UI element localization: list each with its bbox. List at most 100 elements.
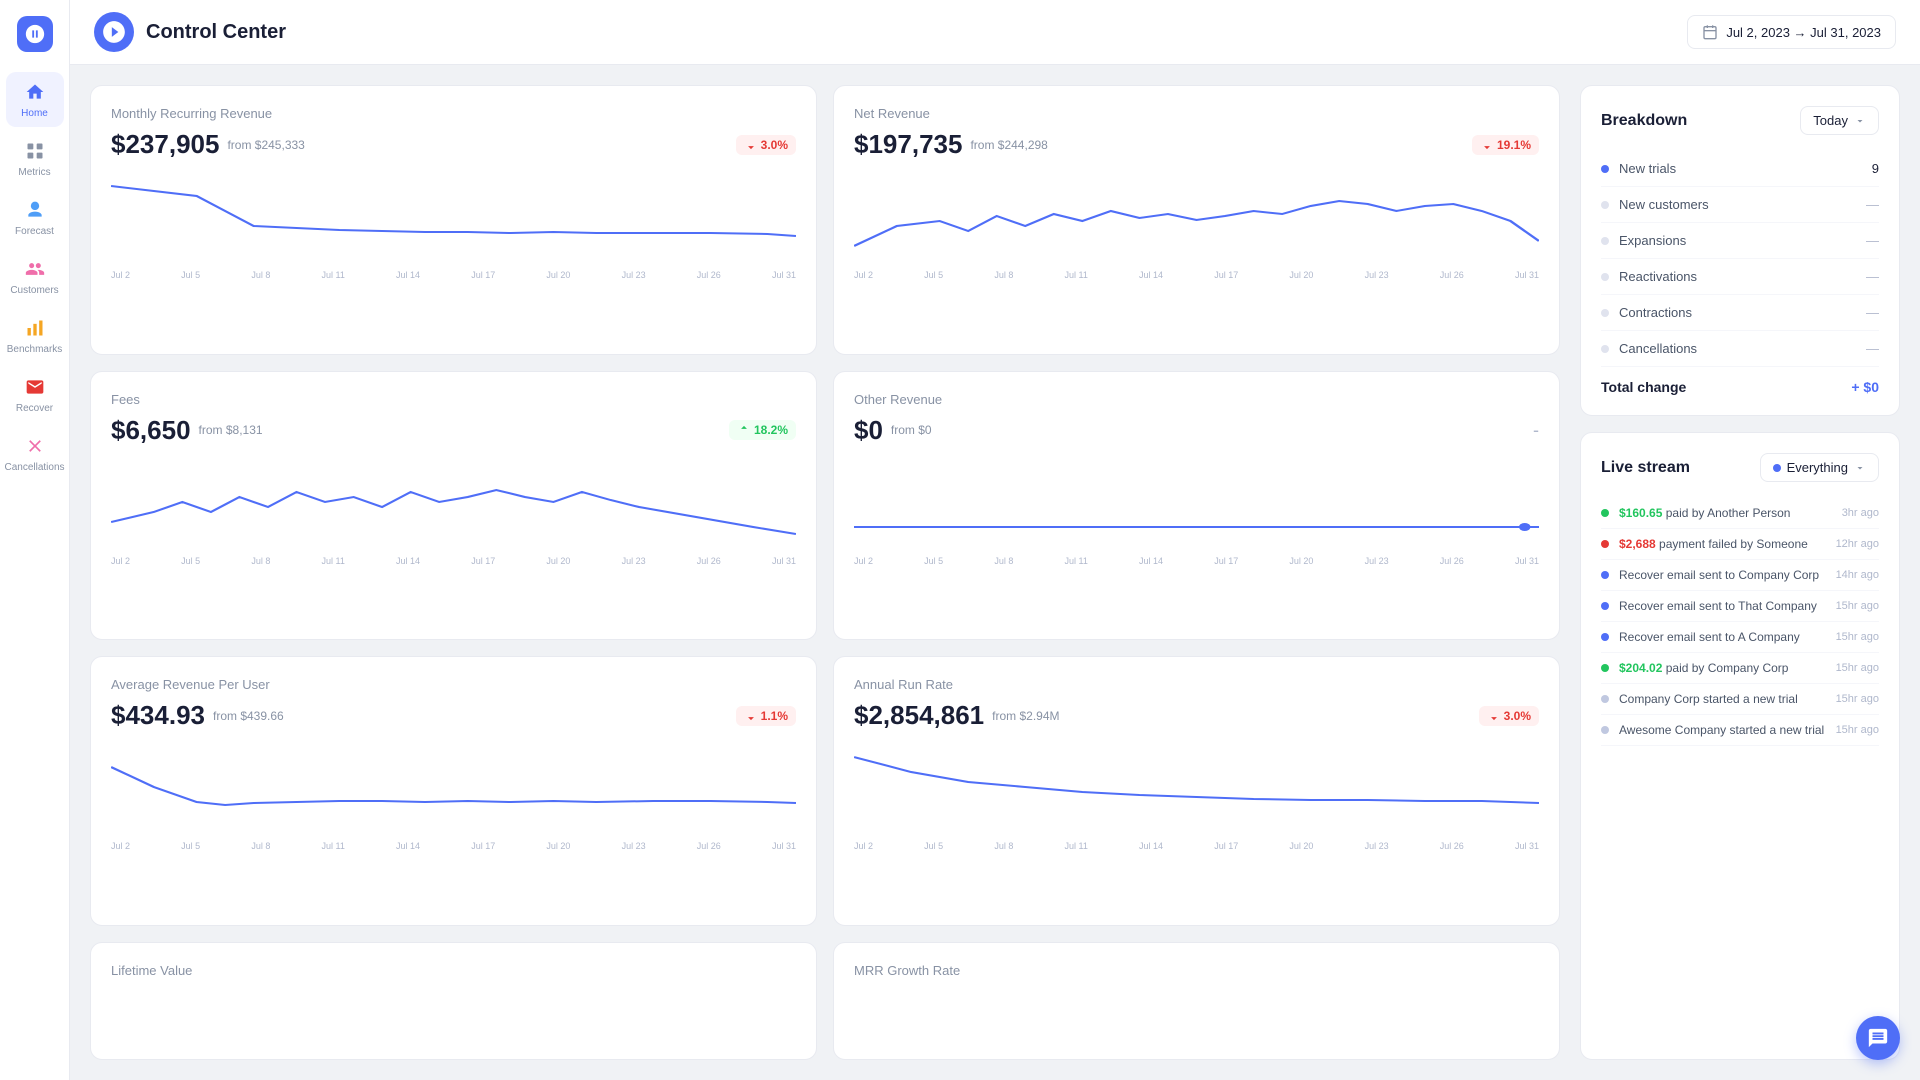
new-trials-value: 9 bbox=[1872, 161, 1879, 176]
sidebar-item-recover[interactable]: Recover bbox=[6, 367, 64, 422]
stream-text-3: Recover email sent to That Company bbox=[1619, 599, 1836, 613]
benchmarks-icon bbox=[23, 316, 47, 340]
everything-dot bbox=[1773, 464, 1781, 472]
livestream-card: Live stream Everything $160.65 paid by A… bbox=[1580, 432, 1900, 1060]
breakdown-row-new-trials: New trials 9 bbox=[1601, 151, 1879, 187]
other-revenue-x-labels: Jul 2Jul 5Jul 8Jul 11Jul 14Jul 17Jul 20J… bbox=[854, 556, 1539, 566]
arpu-chart bbox=[111, 747, 796, 837]
reactivations-dot bbox=[1601, 273, 1609, 281]
stream-dot-5 bbox=[1601, 664, 1609, 672]
breakdown-period-label: Today bbox=[1813, 113, 1848, 128]
header: Control Center Jul 2, 2023 → Jul 31, 202… bbox=[70, 0, 1920, 65]
sidebar-item-customers[interactable]: Customers bbox=[6, 249, 64, 304]
chevron-down-icon2 bbox=[1854, 462, 1866, 474]
stream-text-7: Awesome Company started a new trial bbox=[1619, 723, 1836, 737]
livestream-filter-label: Everything bbox=[1787, 460, 1848, 475]
right-panel: Breakdown Today New trials 9 New custome… bbox=[1580, 85, 1900, 1060]
arpu-value-row: $434.93 from $439.66 1.1% bbox=[111, 700, 796, 731]
arr-value: $2,854,861 bbox=[854, 700, 984, 731]
calendar-icon bbox=[1702, 24, 1718, 40]
forecast-icon bbox=[23, 198, 47, 222]
new-customers-label: New customers bbox=[1619, 197, 1866, 212]
arpu-badge: 1.1% bbox=[736, 706, 796, 726]
down-arrow-icon bbox=[744, 138, 758, 152]
arpu-change: 1.1% bbox=[736, 706, 796, 726]
breakdown-row-contractions: Contractions — bbox=[1601, 295, 1879, 331]
home-icon bbox=[23, 80, 47, 104]
livestream-filter-select[interactable]: Everything bbox=[1760, 453, 1879, 482]
reactivations-label: Reactivations bbox=[1619, 269, 1866, 284]
sidebar-item-home-label: Home bbox=[21, 108, 48, 119]
sidebar-item-recover-label: Recover bbox=[16, 403, 53, 414]
main-content: Control Center Jul 2, 2023 → Jul 31, 202… bbox=[70, 0, 1920, 1080]
net-revenue-chart bbox=[854, 176, 1539, 266]
fees-value-row: $6,650 from $8,131 18.2% bbox=[111, 415, 796, 446]
reactivations-dash: — bbox=[1866, 269, 1879, 284]
stream-text-6: Company Corp started a new trial bbox=[1619, 692, 1836, 706]
fees-change: 18.2% bbox=[729, 420, 796, 440]
mrr-value-row: $237,905 from $245,333 3.0% bbox=[111, 129, 796, 160]
new-trials-label: New trials bbox=[1619, 161, 1872, 176]
other-revenue-value-row: $0 from $0 - bbox=[854, 415, 1539, 446]
breakdown-row-reactivations: Reactivations — bbox=[1601, 259, 1879, 295]
sidebar-item-forecast-label: Forecast bbox=[15, 226, 54, 237]
arr-from: from $2.94M bbox=[992, 709, 1059, 723]
other-revenue-title: Other Revenue bbox=[854, 392, 1539, 407]
recover-icon bbox=[23, 375, 47, 399]
stream-time-1: 12hr ago bbox=[1836, 538, 1879, 550]
fees-value: $6,650 bbox=[111, 415, 191, 446]
fees-title: Fees bbox=[111, 392, 796, 407]
stream-item-0: $160.65 paid by Another Person 3hr ago bbox=[1601, 498, 1879, 529]
sidebar-item-cancellations[interactable]: Cancellations bbox=[6, 426, 64, 481]
cancellations-dash: — bbox=[1866, 341, 1879, 356]
app-logo[interactable] bbox=[17, 16, 53, 52]
stream-text-1: $2,688 payment failed by Someone bbox=[1619, 537, 1836, 551]
mrr-chart bbox=[111, 176, 796, 266]
livestream-header: Live stream Everything bbox=[1601, 453, 1879, 482]
net-revenue-card: Net Revenue $197,735 from $244,298 19.1% bbox=[833, 85, 1560, 355]
breakdown-total-value: + $0 bbox=[1851, 379, 1879, 395]
header-logo bbox=[94, 12, 134, 52]
stream-time-4: 15hr ago bbox=[1836, 631, 1879, 643]
date-range-picker[interactable]: Jul 2, 2023 → Jul 31, 2023 bbox=[1687, 15, 1896, 49]
other-revenue-change: - bbox=[1533, 420, 1539, 441]
sidebar-item-customers-label: Customers bbox=[10, 285, 58, 296]
stream-item-4: Recover email sent to A Company 15hr ago bbox=[1601, 622, 1879, 653]
sidebar-item-forecast[interactable]: Forecast bbox=[6, 190, 64, 245]
up-arrow-icon bbox=[737, 423, 751, 437]
stream-text-2: Recover email sent to Company Corp bbox=[1619, 568, 1836, 582]
sidebar-item-home[interactable]: Home bbox=[6, 72, 64, 127]
arr-x-labels: Jul 2Jul 5Jul 8Jul 11Jul 14Jul 17Jul 20J… bbox=[854, 841, 1539, 851]
chat-icon bbox=[1867, 1027, 1889, 1049]
sidebar-item-benchmarks[interactable]: Benchmarks bbox=[6, 308, 64, 363]
livestream-list: $160.65 paid by Another Person 3hr ago $… bbox=[1601, 498, 1879, 746]
customers-icon bbox=[23, 257, 47, 281]
other-revenue-from: from $0 bbox=[891, 423, 932, 437]
arpu-x-labels: Jul 2Jul 5Jul 8Jul 11Jul 14Jul 17Jul 20J… bbox=[111, 841, 796, 851]
expansions-dash: — bbox=[1866, 233, 1879, 248]
arr-chart bbox=[854, 747, 1539, 837]
other-revenue-dash: - bbox=[1533, 420, 1539, 441]
net-revenue-badge: 19.1% bbox=[1472, 135, 1539, 155]
breakdown-card: Breakdown Today New trials 9 New custome… bbox=[1580, 85, 1900, 416]
breakdown-period-select[interactable]: Today bbox=[1800, 106, 1879, 135]
mrr-badge: 3.0% bbox=[736, 135, 796, 155]
stream-time-0: 3hr ago bbox=[1842, 507, 1879, 519]
mrr-title: Monthly Recurring Revenue bbox=[111, 106, 796, 121]
stream-dot-1 bbox=[1601, 540, 1609, 548]
arpu-card: Average Revenue Per User $434.93 from $4… bbox=[90, 656, 817, 926]
stream-time-7: 15hr ago bbox=[1836, 724, 1879, 736]
arpu-title: Average Revenue Per User bbox=[111, 677, 796, 692]
sidebar-item-metrics[interactable]: Metrics bbox=[6, 131, 64, 186]
arr-badge: 3.0% bbox=[1479, 706, 1539, 726]
net-revenue-x-labels: Jul 2Jul 5Jul 8Jul 11Jul 14Jul 17Jul 20J… bbox=[854, 270, 1539, 280]
arr-card: Annual Run Rate $2,854,861 from $2.94M 3… bbox=[833, 656, 1560, 926]
mrr-card: Monthly Recurring Revenue $237,905 from … bbox=[90, 85, 817, 355]
new-customers-dot bbox=[1601, 201, 1609, 209]
down-arrow-icon2 bbox=[1480, 138, 1494, 152]
livestream-title: Live stream bbox=[1601, 459, 1690, 477]
mrr-value: $237,905 bbox=[111, 129, 219, 160]
arr-value-row: $2,854,861 from $2.94M 3.0% bbox=[854, 700, 1539, 731]
chat-button[interactable] bbox=[1856, 1016, 1900, 1060]
date-range-text: Jul 2, 2023 → Jul 31, 2023 bbox=[1726, 25, 1881, 40]
